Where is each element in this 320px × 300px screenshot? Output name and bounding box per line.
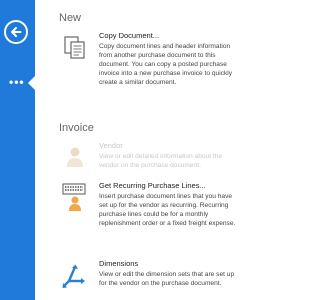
action-description: Copy document lines and header informati… — [99, 43, 233, 86]
vendor-icon — [59, 141, 91, 173]
action-description: View or edit detailed information about … — [99, 153, 223, 169]
action-description: View or edit the dimension sets that are… — [99, 271, 235, 287]
action-panel: New Copy Document... Copy document lines… — [35, 0, 248, 300]
action-title: Vendor — [99, 141, 123, 150]
action-title: Get Recurring Purchase Lines... — [99, 181, 206, 190]
dimensions-icon — [59, 259, 91, 291]
more-icon: ••• — [9, 75, 25, 89]
get-recurring-purchase-lines-action[interactable]: Get Recurring Purchase Lines... Insert p… — [59, 181, 242, 249]
action-title: Dimensions — [99, 259, 139, 268]
action-description: Insert purchase document lines that you … — [99, 193, 236, 227]
active-indicator — [28, 76, 35, 90]
back-button[interactable] — [4, 20, 28, 44]
recurring-lines-icon — [59, 181, 91, 213]
back-arrow-icon — [11, 27, 22, 37]
section-title-invoice: Invoice — [59, 122, 94, 134]
vendor-action: Vendor View or edit detailed information… — [59, 141, 242, 175]
dimensions-action[interactable]: Dimensions View or edit the dimension se… — [59, 259, 242, 293]
copy-document-action[interactable]: Copy Document... Copy document lines and… — [59, 31, 242, 107]
section-title-new: New — [59, 12, 82, 24]
action-title: Copy Document... — [99, 31, 160, 40]
left-sidebar: ••• — [0, 0, 35, 300]
copy-document-icon — [59, 31, 91, 63]
